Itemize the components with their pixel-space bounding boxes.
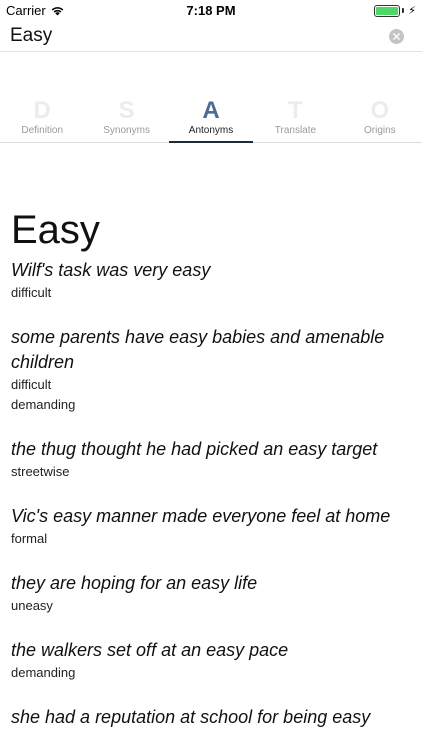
tab-label: Translate	[274, 125, 317, 136]
antonym-word[interactable]: demanding	[11, 395, 411, 415]
example-sentence: Wilf's task was very easy	[11, 260, 211, 280]
clear-icon	[393, 33, 400, 40]
tab-label: Antonyms	[188, 125, 234, 136]
example-sentence: the thug thought he had picked an easy t…	[11, 439, 378, 459]
example-sentence: she had a reputation at school for being…	[11, 707, 371, 727]
tab-letter: S	[118, 97, 135, 124]
battery-icon	[374, 4, 401, 17]
battery-fill	[376, 6, 399, 15]
example-sentence: some parents have easy babies and amenab…	[11, 327, 385, 372]
battery-indicator: ⚡︎	[374, 4, 416, 17]
battery-nub	[402, 8, 405, 13]
tab-letter: A	[202, 97, 220, 124]
tab-label: Definition	[21, 125, 64, 136]
antonym-word[interactable]: streetwise	[11, 462, 411, 482]
tab-antonyms[interactable]: A Antonyms	[168, 97, 254, 143]
tab-definition[interactable]: D Definition	[0, 98, 84, 142]
tab-origins[interactable]: O Origins	[338, 98, 422, 142]
clear-search-button[interactable]	[389, 29, 404, 44]
antonym-entry: they are hoping for an easy life uneasy	[11, 571, 411, 616]
tab-synonyms[interactable]: S Synonyms	[84, 98, 168, 142]
charging-bolt-icon: ⚡︎	[408, 5, 416, 17]
search-input[interactable]	[10, 23, 370, 49]
antonyms-content: Easy Wilf's task was very easy difficult…	[11, 205, 411, 750]
search-bar	[0, 22, 422, 52]
status-bar: Carrier 7:18 PM ⚡︎	[0, 0, 422, 22]
headword-title: Easy	[11, 208, 100, 252]
tab-letter: D	[33, 97, 51, 124]
antonym-entry: some parents have easy babies and amenab…	[11, 325, 411, 415]
antonym-entry: the thug thought he had picked an easy t…	[11, 437, 411, 482]
example-sentence: they are hoping for an easy life	[11, 573, 258, 593]
active-tab-indicator	[168, 141, 254, 143]
antonym-word[interactable]: uneasy	[11, 596, 411, 616]
status-time: 7:18 PM	[186, 3, 236, 18]
antonym-word[interactable]: formal	[11, 529, 411, 549]
antonym-word[interactable]: difficult	[11, 375, 411, 395]
antonym-word[interactable]: demanding	[11, 663, 411, 683]
antonym-entry: she had a reputation at school for being…	[11, 705, 411, 730]
tab-letter: O	[370, 97, 390, 124]
antonym-entry: the walkers set off at an easy pace dema…	[11, 638, 411, 683]
tab-label: Synonyms	[103, 125, 150, 136]
antonym-entry: Wilf's task was very easy difficult	[11, 258, 411, 303]
section-tab-bar: D Definition S Synonyms A Antonyms T Tra…	[0, 98, 422, 143]
tab-letter: T	[288, 97, 303, 124]
tab-translate[interactable]: T Translate	[253, 98, 337, 142]
example-sentence: Vic's easy manner made everyone feel at …	[11, 506, 391, 526]
tab-label: Origins	[363, 125, 396, 136]
antonym-entries: Wilf's task was very easy difficult some…	[11, 258, 411, 730]
antonym-word[interactable]: difficult	[11, 283, 411, 303]
example-sentence: the walkers set off at an easy pace	[11, 640, 289, 660]
antonym-entry: Vic's easy manner made everyone feel at …	[11, 504, 411, 549]
